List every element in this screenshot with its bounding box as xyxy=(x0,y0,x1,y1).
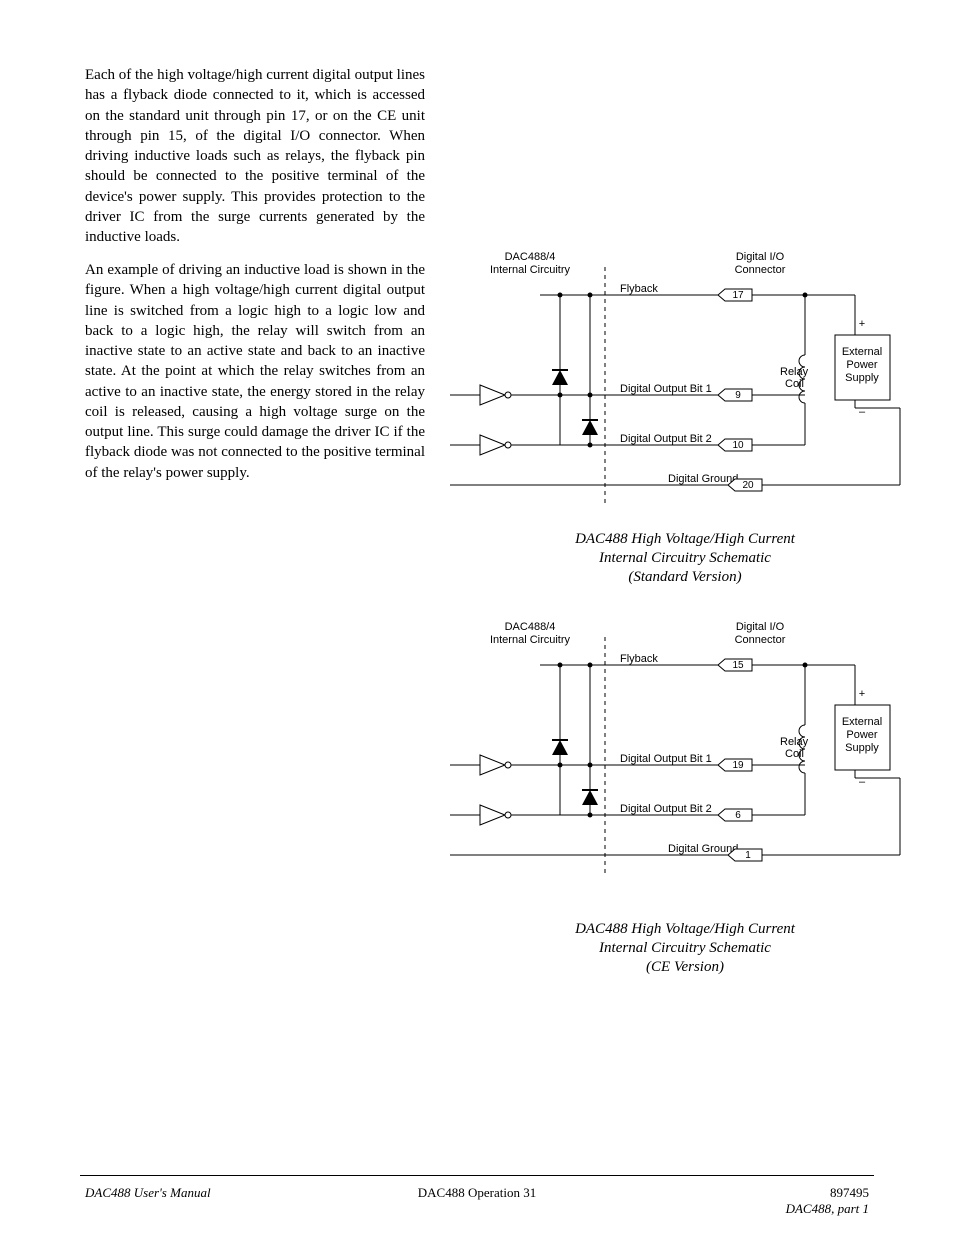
svg-text:20: 20 xyxy=(742,480,754,491)
svg-text:Flyback: Flyback xyxy=(620,653,658,665)
footer-ref: 897495 xyxy=(830,1185,869,1200)
svg-text:15: 15 xyxy=(732,660,744,671)
pin-tag: 1 xyxy=(728,849,762,861)
svg-text:6: 6 xyxy=(735,810,741,821)
svg-text:Digital Output Bit 1: Digital Output Bit 1 xyxy=(620,383,712,395)
svg-text:Digital Output Bit 1: Digital Output Bit 1 xyxy=(620,753,712,765)
svg-text:Flyback: Flyback xyxy=(620,283,658,295)
figure2-caption: DAC488 High Voltage/High Current Interna… xyxy=(520,920,850,976)
svg-text:Power: Power xyxy=(846,359,878,371)
svg-text:Coil: Coil xyxy=(785,748,804,760)
schematic-ce: DAC488/4 Internal Circuitry Digital I/O … xyxy=(450,615,910,885)
svg-text:External: External xyxy=(842,716,882,728)
pin-tag: 19 xyxy=(718,759,752,771)
svg-text:DAC488/4: DAC488/4 xyxy=(505,621,556,633)
pin-tag: 17 xyxy=(718,289,752,301)
svg-text:–: – xyxy=(859,776,866,788)
paragraph-1: Each of the high voltage/high current di… xyxy=(85,65,425,247)
svg-text:17: 17 xyxy=(732,290,744,301)
svg-text:19: 19 xyxy=(732,760,744,771)
inverter-icon xyxy=(480,755,511,775)
svg-text:External: External xyxy=(842,346,882,358)
paragraph-2: An example of driving an inductive load … xyxy=(85,260,425,483)
svg-text:DAC488/4: DAC488/4 xyxy=(505,251,556,263)
svg-text:Digital Output Bit 2: Digital Output Bit 2 xyxy=(620,433,712,445)
svg-text:–: – xyxy=(859,406,866,418)
svg-text:Digital Output Bit 2: Digital Output Bit 2 xyxy=(620,803,712,815)
svg-text:+: + xyxy=(859,688,865,700)
svg-text:Power: Power xyxy=(846,729,878,741)
pin-tag: 9 xyxy=(718,389,752,401)
figure1-caption: DAC488 High Voltage/High Current Interna… xyxy=(520,530,850,586)
pin-tag: 10 xyxy=(718,439,752,451)
pin-tag: 6 xyxy=(718,809,752,821)
svg-text:Supply: Supply xyxy=(845,742,879,754)
svg-text:+: + xyxy=(859,318,865,330)
footer-right-title: DAC488, part 1 xyxy=(786,1201,869,1216)
svg-text:Digital Ground: Digital Ground xyxy=(668,473,738,485)
svg-text:Internal Circuitry: Internal Circuitry xyxy=(490,634,571,646)
footer-center: DAC488 Operation 31 xyxy=(418,1185,536,1200)
svg-text:Internal Circuitry: Internal Circuitry xyxy=(490,264,571,276)
svg-text:Digital I/O: Digital I/O xyxy=(736,621,785,633)
svg-text:Digital I/O: Digital I/O xyxy=(736,251,785,263)
svg-text:Digital Ground: Digital Ground xyxy=(668,843,738,855)
svg-text:9: 9 xyxy=(735,390,741,401)
svg-text:Connector: Connector xyxy=(735,264,786,276)
pin-tag: 15 xyxy=(718,659,752,671)
svg-text:Supply: Supply xyxy=(845,372,879,384)
svg-text:Coil: Coil xyxy=(785,378,804,390)
svg-text:Relay: Relay xyxy=(780,366,809,378)
svg-text:10: 10 xyxy=(732,440,744,451)
inverter-icon xyxy=(480,385,511,405)
schematic-standard: DAC488/4 Internal Circuitry Digital I/O … xyxy=(450,245,910,515)
inverter-icon xyxy=(480,805,511,825)
inverter-icon xyxy=(480,435,511,455)
svg-text:Connector: Connector xyxy=(735,634,786,646)
pin-tag: 20 xyxy=(728,479,762,491)
svg-text:Relay: Relay xyxy=(780,736,809,748)
svg-text:1: 1 xyxy=(745,850,751,861)
